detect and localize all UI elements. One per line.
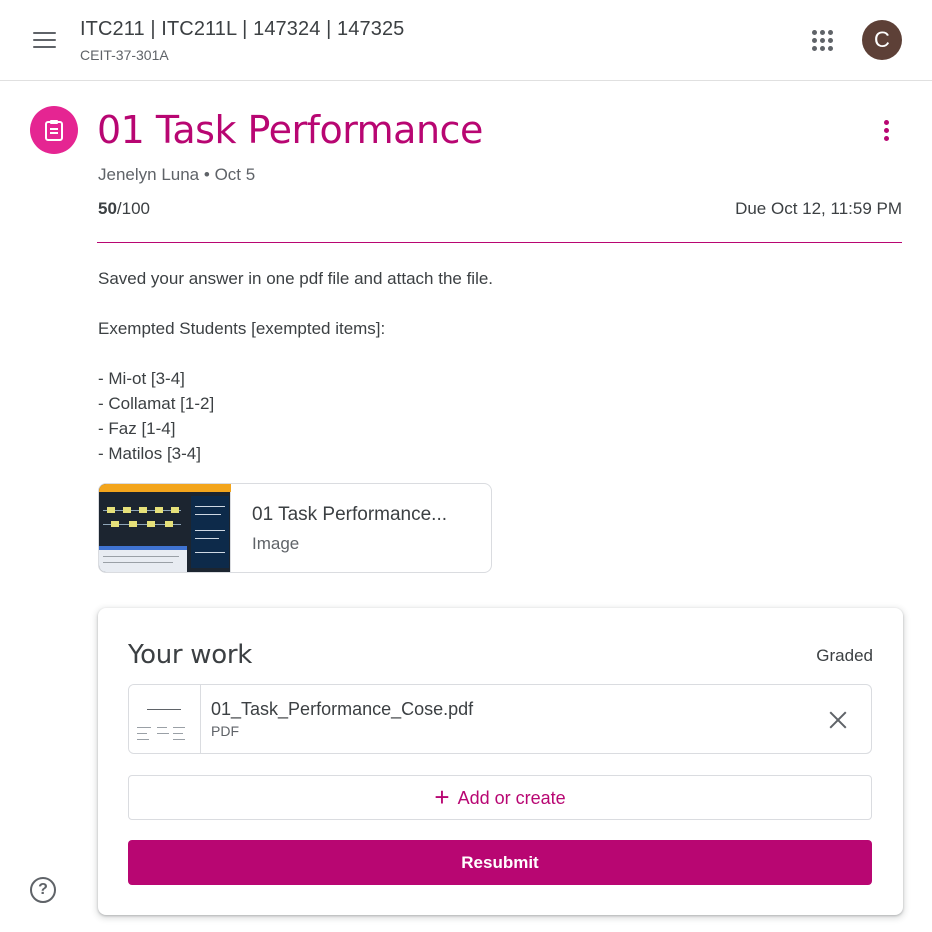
separator-dot: •	[203, 165, 210, 184]
add-or-create-button[interactable]: + Add or create	[128, 775, 872, 820]
submitted-file[interactable]: 01_Task_Performance_Cose.pdf PDF	[128, 684, 872, 754]
author-line: Jenelyn Luna • Oct 5	[98, 165, 255, 185]
your-work-card: Your work Graded 01_Task_Performance_Cos…	[98, 608, 903, 915]
help-icon[interactable]: ?	[30, 877, 56, 903]
plus-icon: +	[434, 782, 450, 812]
file-type: PDF	[211, 723, 239, 739]
more-options-icon[interactable]	[872, 116, 902, 146]
points: 50/100	[98, 199, 150, 219]
description-line: Saved your answer in one pdf file and at…	[98, 269, 494, 288]
points-earned: 50	[98, 199, 117, 218]
assignment-description: Saved your answer in one pdf file and at…	[98, 266, 493, 466]
course-section: CEIT-37-301A	[80, 47, 169, 63]
file-name: 01_Task_Performance_Cose.pdf	[211, 699, 474, 719]
points-total: /100	[116, 199, 151, 218]
resubmit-button[interactable]: Resubmit	[128, 840, 872, 885]
header-divider	[97, 242, 902, 243]
google-apps-icon[interactable]	[806, 24, 838, 56]
your-work-title: Your work	[128, 640, 252, 670]
account-avatar[interactable]: C	[862, 20, 902, 60]
exempted-item: - Collamat [1-2]	[98, 394, 215, 413]
author-name: Jenelyn Luna	[98, 165, 200, 184]
remove-file-close-icon[interactable]	[823, 705, 853, 735]
top-app-bar: ITC211 | ITC211L | 147324 | 147325 CEIT-…	[0, 0, 932, 81]
exempted-item: - Mi-ot [3-4]	[98, 369, 185, 388]
assignment-title: 01 Task Performance	[97, 108, 483, 152]
exempted-item: - Faz [1-4]	[98, 419, 176, 438]
description-line: Exempted Students [exempted items]:	[98, 319, 386, 338]
main-menu-icon[interactable]	[24, 22, 66, 58]
due-date: Due Oct 12, 11:59 PM	[735, 199, 902, 218]
graded-status: Graded	[816, 646, 873, 665]
attachment-type: Image	[252, 534, 300, 553]
attachment-card[interactable]: 01 Task Performance... Image	[98, 483, 492, 573]
exempted-item: - Matilos [3-4]	[98, 444, 201, 463]
assignment-icon	[30, 106, 78, 154]
course-title[interactable]: ITC211 | ITC211L | 147324 | 147325	[80, 18, 404, 41]
attachment-title: 01 Task Performance...	[252, 504, 448, 525]
attachment-thumbnail	[99, 484, 231, 572]
clipboard-icon	[45, 120, 63, 141]
posted-date: Oct 5	[214, 165, 256, 184]
pdf-thumbnail	[129, 685, 201, 753]
add-or-create-label: Add or create	[457, 788, 566, 808]
